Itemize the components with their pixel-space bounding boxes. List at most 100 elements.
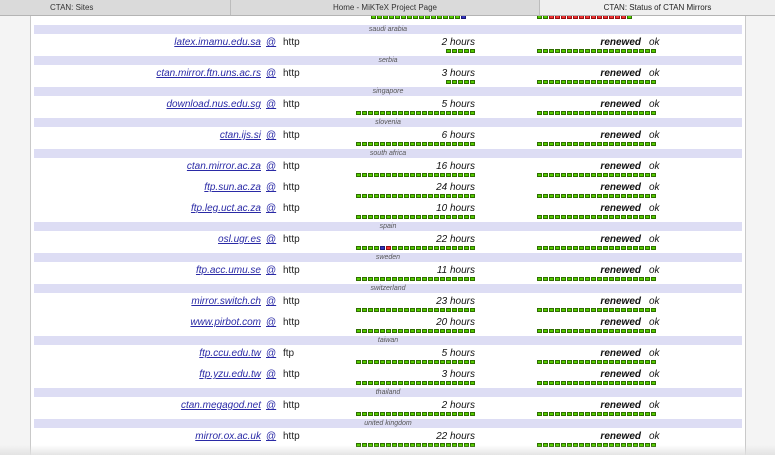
renew-history-bar: [537, 173, 656, 177]
bar-cell: [603, 142, 608, 146]
bar-cell: [386, 443, 391, 447]
mirror-host-link[interactable]: www.pirbot.com: [190, 317, 261, 328]
mirror-at-link[interactable]: @: [266, 265, 276, 276]
bar-cell: [374, 246, 379, 250]
mirror-at-link[interactable]: @: [266, 37, 276, 48]
mirror-host-link[interactable]: ctan.megagod.net: [181, 400, 261, 411]
mirror-at-link[interactable]: @: [266, 369, 276, 380]
bar-cell: [597, 443, 602, 447]
mirror-at-link[interactable]: @: [266, 234, 276, 245]
bar-cell: [407, 16, 412, 19]
bar-cell: [591, 142, 596, 146]
mirror-at-link[interactable]: @: [266, 99, 276, 110]
mirror-protocol: http: [283, 265, 300, 276]
bar-cell: [386, 111, 391, 115]
bar-cell: [597, 49, 602, 53]
bar-cell: [573, 194, 578, 198]
bar-cell: [410, 360, 415, 364]
bar-cell: [380, 360, 385, 364]
bar-cell: [603, 360, 608, 364]
bar-cell: [440, 246, 445, 250]
bar-cell: [615, 194, 620, 198]
bar-cell: [368, 142, 373, 146]
mirror-host-link[interactable]: ctan.ijs.si: [220, 130, 261, 141]
bar-cell: [639, 173, 644, 177]
bar-cell: [362, 215, 367, 219]
bar-cell: [633, 80, 638, 84]
renew-history-bar: [537, 360, 656, 364]
mirror-result: ok: [649, 348, 660, 359]
mirror-host-link[interactable]: ftp.acc.umu.se: [196, 265, 261, 276]
bar-cell: [537, 49, 542, 53]
bar-cell: [374, 173, 379, 177]
mirror-row: osl.ugr.es @ http 22 hours renewed ok: [31, 232, 745, 253]
mirror-protocol: http: [283, 182, 300, 193]
bar-cell: [422, 412, 427, 416]
bar-cell: [455, 16, 460, 19]
bar-cell: [561, 16, 566, 19]
renew-history-bar: [537, 111, 656, 115]
bar-cell: [422, 360, 427, 364]
bar-cell: [621, 16, 626, 19]
bar-cell: [362, 246, 367, 250]
mirror-host-link[interactable]: ftp.leg.uct.ac.za: [191, 203, 261, 214]
tab-miktex-home[interactable]: Home - MiKTeX Project Page: [231, 0, 540, 15]
bar-cell: [543, 308, 548, 312]
bar-cell: [464, 329, 469, 333]
mirror-at-link[interactable]: @: [266, 348, 276, 359]
bar-cell: [615, 111, 620, 115]
bar-cell: [380, 246, 385, 250]
bar-cell: [615, 381, 620, 385]
bar-cell: [383, 16, 388, 19]
bar-cell: [609, 80, 614, 84]
tab-ctan-sites[interactable]: CTAN: Sites: [0, 0, 231, 15]
tab-ctan-mirror-status[interactable]: CTAN: Status of CTAN Mirrors: [540, 0, 775, 15]
mirror-host-link[interactable]: ctan.mirror.ac.za: [187, 161, 261, 172]
bar-cell: [362, 142, 367, 146]
mirror-at-link[interactable]: @: [266, 182, 276, 193]
mirror-host-link[interactable]: latex.imamu.edu.sa: [174, 37, 261, 48]
bar-cell: [639, 80, 644, 84]
bar-cell: [416, 360, 421, 364]
mirror-at-link[interactable]: @: [266, 431, 276, 442]
mirror-row: ftp.yzu.edu.tw @ http 3 hours renewed ok: [31, 367, 745, 388]
mirror-host-link[interactable]: osl.ugr.es: [218, 234, 261, 245]
mirror-at-link[interactable]: @: [266, 68, 276, 79]
mirror-at-link[interactable]: @: [266, 400, 276, 411]
bar-cell: [639, 194, 644, 198]
mirror-host-link[interactable]: ftp.sun.ac.za: [204, 182, 261, 193]
mirror-at-link[interactable]: @: [266, 296, 276, 307]
bar-cell: [440, 443, 445, 447]
bar-cell: [579, 16, 584, 19]
bar-cell: [597, 329, 602, 333]
bar-cell: [591, 246, 596, 250]
mirror-host-link[interactable]: mirror.ox.ac.uk: [195, 431, 261, 442]
country-header: united kingdom: [34, 419, 742, 428]
bar-cell: [561, 443, 566, 447]
mirror-host-link[interactable]: ftp.ccu.edu.tw: [199, 348, 261, 359]
mirror-at-link[interactable]: @: [266, 203, 276, 214]
bar-cell: [591, 16, 596, 19]
mirror-host-link[interactable]: ctan.mirror.ftn.uns.ac.rs: [156, 68, 261, 79]
bar-cell: [609, 277, 614, 281]
bar-cell: [356, 443, 361, 447]
bar-cell: [561, 215, 566, 219]
mirror-at-link[interactable]: @: [266, 130, 276, 141]
mirror-at-link[interactable]: @: [266, 317, 276, 328]
bar-cell: [573, 277, 578, 281]
bar-cell: [627, 80, 632, 84]
country-header: switzerland: [34, 284, 742, 293]
bar-cell: [404, 329, 409, 333]
bar-cell: [452, 111, 457, 115]
mirror-status: renewed: [600, 234, 641, 245]
bar-cell: [380, 194, 385, 198]
mirror-host-link[interactable]: mirror.switch.ch: [191, 296, 261, 307]
bar-cell: [537, 194, 542, 198]
bar-cell: [452, 443, 457, 447]
mirror-host-link[interactable]: ftp.yzu.edu.tw: [199, 369, 261, 380]
bar-cell: [603, 277, 608, 281]
mirror-at-link[interactable]: @: [266, 161, 276, 172]
mirror-host-link[interactable]: download.nus.edu.sg: [166, 99, 261, 110]
bar-cell: [428, 329, 433, 333]
bar-cell: [392, 308, 397, 312]
